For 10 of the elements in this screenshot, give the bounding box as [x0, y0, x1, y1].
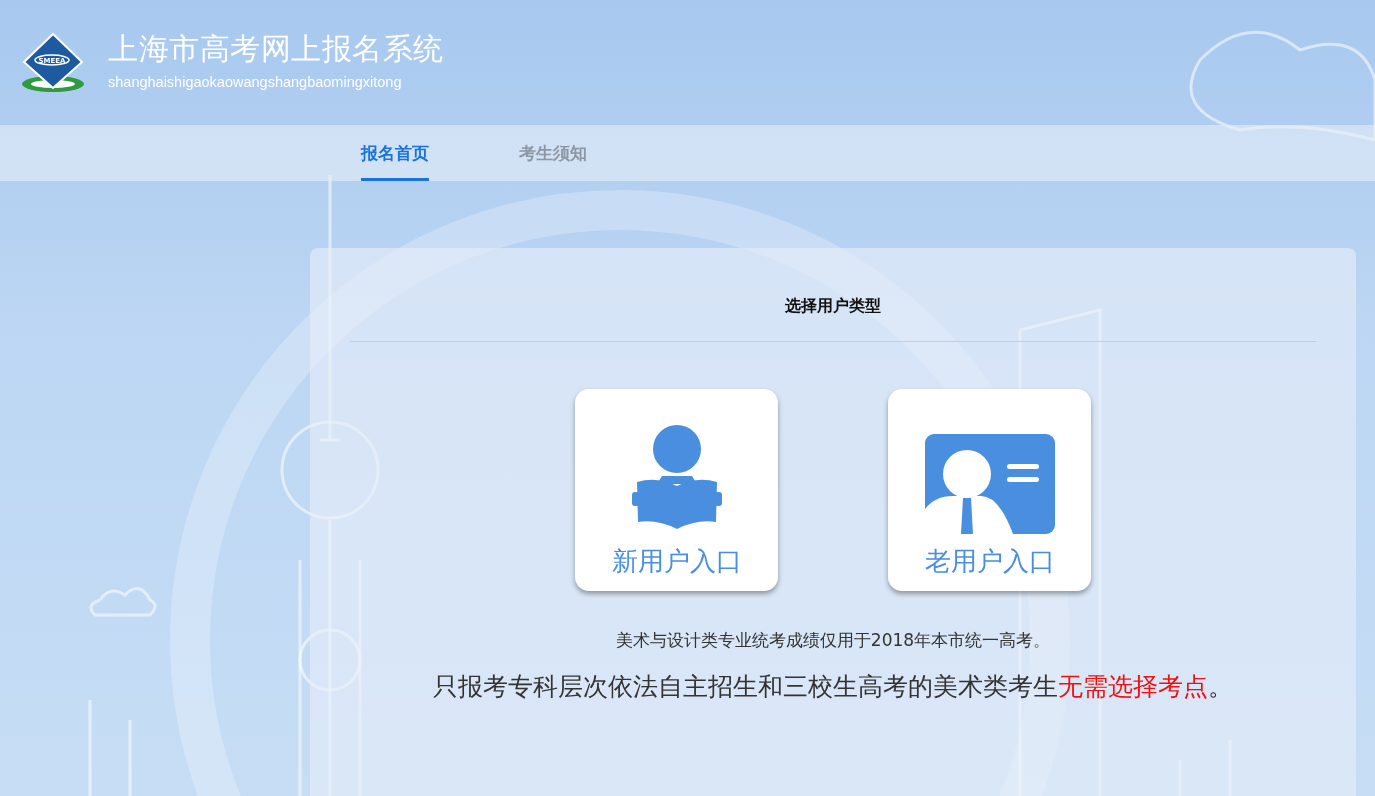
site-subtitle: shanghaishigaokaowangshangbaomingxitong — [108, 74, 403, 90]
user-entry-button[interactable]: 新用户入口 — [575, 389, 778, 591]
panel-title: 选择用户类型 — [785, 296, 881, 317]
score-note: 美术与设计类专业统考成绩仅用于2018年本市统一高考。 — [615, 629, 1051, 652]
site-title: 上海市高考网上报名系统 — [108, 30, 444, 68]
nav-tab[interactable]: 考生须知 — [519, 125, 587, 181]
id-card-icon — [924, 434, 1055, 534]
nav-tab[interactable]: 报名首页 — [361, 125, 429, 181]
exam-site-notice: 只报考专科层次依法自主招生和三校生高考的美术类考生无需选择考点。 — [433, 671, 1233, 703]
user-entry-button[interactable]: 老用户入口 — [888, 389, 1091, 591]
